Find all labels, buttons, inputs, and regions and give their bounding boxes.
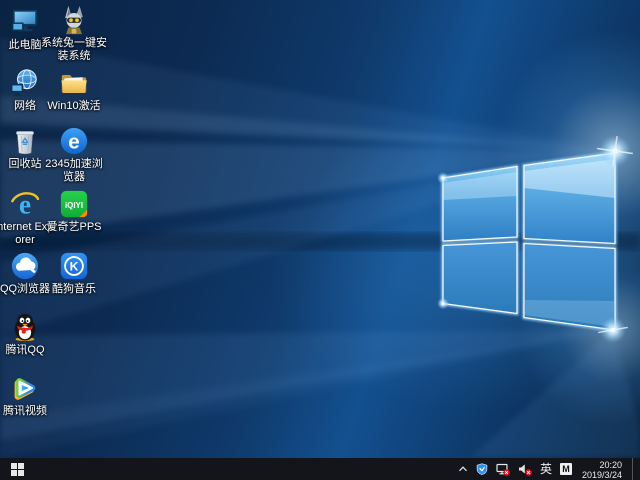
svg-text:e: e [68, 131, 79, 154]
internet-explorer-icon: e [10, 189, 40, 219]
icon-label: 酷狗音乐 [41, 283, 107, 296]
desktop-icon-win10-activate[interactable]: Win10激活 [41, 68, 107, 113]
icon-label: 腾讯视频 [0, 405, 58, 418]
desktop-icon-kugou-music[interactable]: K 酷狗音乐 [41, 251, 107, 296]
win10-activate-folder-icon [59, 68, 89, 98]
windows-logo-icon [11, 463, 24, 476]
desktop-icon-tencent-video[interactable]: 腾讯视频 [0, 373, 58, 418]
tencent-video-icon [10, 373, 40, 403]
icon-label: 系统兔一键安装系统 [41, 37, 107, 63]
svg-text:K: K [70, 260, 79, 274]
security-shield-icon[interactable] [476, 463, 488, 475]
taskbar: 英 M 20:20 2019/3/24 [0, 458, 640, 480]
volume-muted-icon[interactable] [518, 463, 532, 476]
desktop-icon-tencent-qq[interactable]: 腾讯QQ [0, 312, 58, 357]
system-rabbit-icon [59, 5, 89, 35]
icon-label: Win10激活 [41, 100, 107, 113]
desktop-icon-system-rabbit[interactable]: 系统兔一键安装系统 [41, 5, 107, 63]
desktop-icon-2345-browser[interactable]: e 2345加速浏览器 [41, 126, 107, 184]
system-tray: 英 M 20:20 2019/3/24 [458, 458, 640, 480]
show-desktop-button[interactable] [632, 458, 636, 480]
tencent-qq-icon [10, 312, 40, 342]
2345-browser-icon: e [59, 126, 89, 156]
this-pc-icon [10, 7, 40, 37]
qq-browser-icon [10, 251, 40, 281]
desktop-screen: 此电脑 网络 [0, 0, 640, 480]
clock-date: 2019/3/24 [582, 470, 622, 480]
ime-language-indicator[interactable]: 英 [540, 458, 552, 480]
network-icon [10, 68, 40, 98]
kugou-music-icon: K [59, 251, 89, 281]
recycle-bin-icon [10, 126, 40, 156]
svg-text:iQIYI: iQIYI [65, 201, 83, 210]
desktop-icon-iqiyi-pps[interactable]: iQIYI 爱奇艺PPS [41, 189, 107, 234]
clock-time: 20:20 [582, 460, 622, 470]
start-button[interactable] [0, 458, 34, 480]
icon-label: 2345加速浏览器 [41, 158, 107, 184]
iqiyi-pps-icon: iQIYI [59, 189, 89, 219]
network-disconnected-icon[interactable] [496, 463, 510, 476]
icon-label: 爱奇艺PPS [41, 221, 107, 234]
taskbar-clock[interactable]: 20:20 2019/3/24 [580, 459, 624, 480]
input-method-indicator[interactable]: M [560, 463, 572, 475]
icon-label: 腾讯QQ [0, 344, 58, 357]
tray-overflow-chevron-icon[interactable] [458, 464, 468, 474]
